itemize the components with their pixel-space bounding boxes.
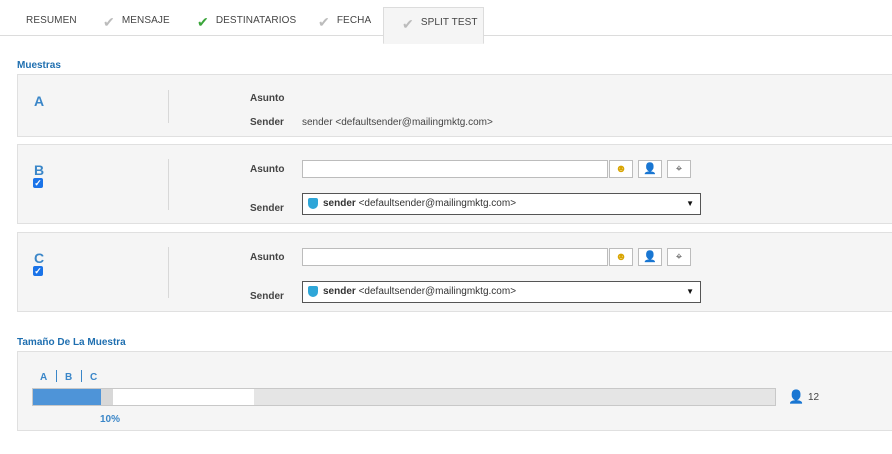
sender-label: Sender [250, 203, 284, 214]
sample-size-label-c: C [90, 372, 98, 383]
personalize-button[interactable]: 👤 [638, 160, 662, 178]
sample-b-fill[interactable] [101, 389, 113, 405]
subject-label: Asunto [250, 252, 285, 263]
divider [168, 159, 169, 210]
tab-split-test[interactable]: ✔ SPLIT TEST [383, 7, 484, 44]
check-icon: ✔ [318, 14, 330, 30]
sample-size-label-a: A [40, 372, 48, 383]
sample-size-label-b: B [65, 372, 73, 383]
recipient-count: 12 [808, 392, 820, 403]
sample-letter: A [34, 93, 45, 109]
chevron-down-icon: ▼ [686, 199, 694, 208]
sample-b-panel: B ✓ Asunto ☻ 👤 ⌖ Sender sender <defaults… [17, 144, 892, 224]
tag-cursor-icon: ⌖ [675, 163, 683, 175]
tab-label: DESTINATARIOS [215, 15, 297, 26]
emoji-button[interactable]: ☻ [609, 248, 633, 266]
sample-size-slider[interactable] [32, 388, 776, 406]
emoji-button[interactable]: ☻ [609, 160, 633, 178]
samples-title: Muestras [17, 60, 61, 71]
subject-label: Asunto [250, 164, 285, 175]
subject-label: Asunto [250, 93, 285, 104]
sample-c-checkbox[interactable]: ✓ [33, 266, 43, 276]
sample-a-panel: A Asunto Sender sender <defaultsender@ma… [17, 74, 892, 137]
sender-email: <defaultsender@mailingmktg.com> [358, 286, 517, 297]
emoji-icon: ☻ [615, 251, 627, 263]
tab-bar: RESUMEN ✔ MENSAJE ✔ DESTINATARIOS ✔ FECHA ✔… [0, 0, 892, 44]
divider [56, 370, 57, 382]
shield-icon [308, 198, 318, 209]
tab-fecha[interactable]: ✔ FECHA [318, 0, 371, 36]
emoji-icon: ☻ [615, 163, 627, 175]
tab-label: MENSAJE [121, 15, 170, 26]
sample-size-title: Tamaño De La Muestra [17, 337, 126, 348]
sample-letter: C [34, 250, 45, 266]
shield-icon [308, 286, 318, 297]
tab-mensaje[interactable]: ✔ MENSAJE [103, 0, 170, 36]
tab-destinatarios[interactable]: ✔ DESTINATARIOS [197, 0, 296, 36]
check-icon: ✔ [103, 14, 115, 30]
subject-input[interactable] [302, 160, 608, 178]
tag-cursor-icon: ⌖ [675, 251, 683, 263]
personalize-button[interactable]: 👤 [638, 248, 662, 266]
sample-c-fill[interactable] [113, 389, 254, 405]
sample-letter: B [34, 162, 45, 178]
tag-button[interactable]: ⌖ [667, 248, 691, 266]
tag-button[interactable]: ⌖ [667, 160, 691, 178]
divider [168, 90, 169, 123]
sender-value: sender <defaultsender@mailingmktg.com> [302, 117, 493, 128]
tab-label: SPLIT TEST [420, 17, 478, 28]
sender-label: Sender [250, 291, 284, 302]
sample-b-checkbox[interactable]: ✓ [33, 178, 43, 188]
sender-email: <defaultsender@mailingmktg.com> [358, 198, 517, 209]
sender-name: sender [323, 286, 356, 297]
sample-c-panel: C ✓ Asunto ☻ 👤 ⌖ Sender sender <defaults… [17, 232, 892, 312]
person-icon: 👤 [788, 389, 805, 404]
tab-resumen[interactable]: RESUMEN [26, 0, 77, 36]
chevron-down-icon: ▼ [686, 287, 694, 296]
subject-input[interactable] [302, 248, 608, 266]
sender-name: sender [323, 198, 356, 209]
sender-label: Sender [250, 117, 284, 128]
sender-select[interactable]: sender <defaultsender@mailingmktg.com> ▼ [302, 193, 701, 215]
sample-percent: 10% [100, 414, 121, 425]
sample-a-fill[interactable] [33, 389, 101, 405]
person-icon: 👤 [643, 163, 657, 175]
tab-label: FECHA [336, 15, 372, 26]
sender-select[interactable]: sender <defaultsender@mailingmktg.com> ▼ [302, 281, 701, 303]
check-icon: ✔ [197, 14, 209, 30]
tab-label: RESUMEN [26, 15, 77, 26]
check-icon: ✔ [402, 16, 414, 32]
person-icon: 👤 [643, 251, 657, 263]
divider [81, 370, 82, 382]
divider [168, 247, 169, 298]
